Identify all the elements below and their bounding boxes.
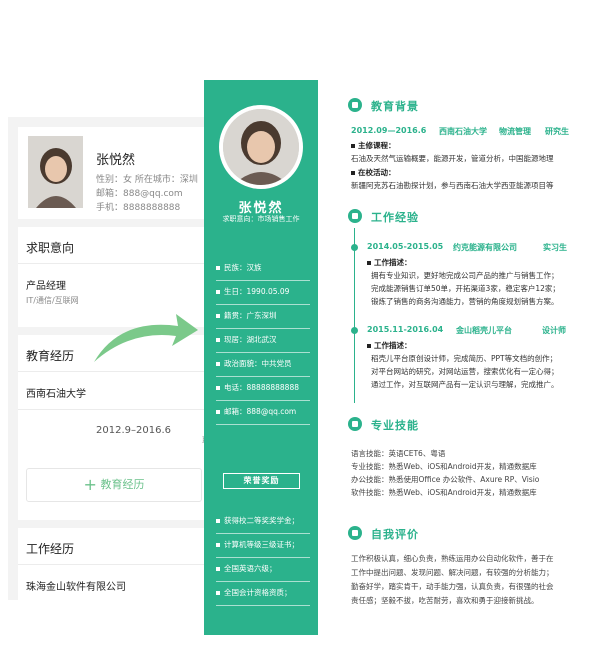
job-role: 实习生 [543,243,567,252]
divider [18,263,210,264]
avatar-photo [223,109,299,185]
profile-gender-city: 性别：女 所在城市：深圳 [96,175,198,185]
timeline-line [354,228,355,403]
education-school[interactable]: 西南石油大学 [26,385,86,400]
avatar [28,136,83,208]
job-period: 2015.11-2016.04 [367,325,444,334]
job-role: 设计师 [542,326,566,335]
award-item: 全国英语六级； [216,558,310,582]
gear-icon [348,417,362,431]
resume-main: 教育背景 2012.09—2016.6 西南石油大学 物流管理 研究生 主修课程… [318,80,610,648]
info-ethnicity: 民族：汉族 [216,257,310,281]
skill-line: 语言技能：英语CET6、粤语 [351,449,446,458]
info-email: 邮箱：888@qq.com [216,401,310,425]
plus-icon: + [83,475,97,494]
eval-line: 工作中提出问题、发现问题、解决问题，有较强的分析能力； [351,568,554,577]
divider [18,371,210,372]
edit-icon [348,526,362,540]
info-birthday: 生日：1990.05.09 [216,281,310,305]
eval-line: 责任感；坚毅不拔，吃苦耐劳，喜欢和勇于迎接新挑战。 [351,596,539,605]
work-heading: 工作经验 [371,211,419,224]
job-point: 稻壳儿平台原创设计师，完成简历、PPT等文档的创作； [371,354,558,363]
info-phone: 电话：88888888888 [216,377,310,401]
job-point: 拥有专业知识，更好地完成公司产品的推广与销售工作； [371,271,559,280]
edu-major: 物流管理 [499,127,531,136]
graduation-cap-icon [348,98,362,112]
skill-line: 软件技能：熟悉Web、iOS和Android开发，精通数据库 [351,488,537,497]
skill-line: 专业技能：熟悉Web、iOS和Android开发，精通数据库 [351,462,537,471]
work-company[interactable]: 珠海金山软件有限公司 [26,578,126,593]
intent-position[interactable]: 产品经理 [26,277,66,292]
avatar-photo [28,136,83,208]
job-point: 通过工作，对互联网产品有一定认识与理解，完成推广。 [371,380,559,389]
work-title: 工作经历 [26,542,75,556]
timeline-dot [351,244,358,251]
work-card: 工作经历 珠海金山软件有限公司 [18,528,210,600]
edu-courses: 石油及天然气运输概要，能源开发，管道分析，中国能源地理 [351,154,554,163]
job-point: 对平台网站的研究，对网站运营，搜索优化有一定心得； [371,367,559,376]
edu-degree: 研究生 [545,127,569,136]
info-political: 政治面貌：中共党员 [216,353,310,377]
award-item: 获得校二等奖奖学金； [216,510,310,534]
job-company: 约克能源有限公司 [453,243,517,252]
avatar [219,105,303,189]
job-period: 2014.05-2015.05 [367,242,444,251]
add-education-button[interactable]: + 教育经历 [26,468,202,502]
job-point: 锻炼了销售的商务沟通能力，营销的角度规划销售方案。 [371,297,559,306]
eval-heading: 自我评价 [371,528,419,541]
skill-line: 办公技能：熟悉使用Office 办公软件、Axure RP、Visio [351,475,540,484]
timeline-dot [351,327,358,334]
edu-period: 2012.09—2016.6 [351,126,427,135]
profile-phone: 手机：8888888888 [96,203,181,213]
job-intent-title: 求职意向 [26,241,75,255]
edu-courses-label: 主修课程： [351,140,396,151]
edu-activities: 新疆阿克苏石油勘探计划，参与西南石油大学西亚能源项目等 [351,181,554,190]
education-title: 教育经历 [26,349,75,363]
resume-sidebar: 张悦然 求职意向：市场销售工作 民族：汉族 生日：1990.05.09 籍贯：广… [204,80,318,635]
profile-email: 邮箱：888@qq.com [96,189,183,199]
resume-intent: 求职意向：市场销售工作 [222,215,300,223]
info-residence: 现居：湖北武汉 [216,329,310,353]
award-item: 计算机等级三级证书； [216,534,310,558]
eval-line: 工作积极认真，细心负责，熟练运用办公自动化软件，善于在 [351,554,554,563]
info-hometown: 籍贯：广东深圳 [216,305,310,329]
job-company: 金山稻壳儿平台 [456,326,512,335]
job-desc-label: 工作描述： [367,257,412,268]
education-period: 2012.9–2016.6 [96,425,171,436]
divider [18,564,210,565]
awards-title: 荣誉奖励 [223,473,300,489]
profile-card[interactable]: 张悦然 性别：女 所在城市：深圳 邮箱：888@qq.com 手机：888888… [18,127,210,219]
job-point: 完成能源销售订单50单，开拓渠道3家，稳定客户12家； [371,284,560,293]
add-education-label: 教育经历 [100,478,145,491]
award-item: 全国会计资格资质； [216,582,310,606]
edu-school: 西南石油大学 [439,127,487,136]
divider [18,409,210,410]
edu-activities-label: 在校活动： [351,167,396,178]
folder-icon [348,209,362,223]
profile-name: 张悦然 [96,153,136,168]
eval-line: 勤奋好学，踏实肯干，动手能力强，认真负责，有很强的社会 [351,582,554,591]
arrow-right-icon [94,314,198,362]
job-desc-label: 工作描述： [367,340,412,351]
skills-heading: 专业技能 [371,419,419,432]
education-heading: 教育背景 [371,100,419,113]
intent-industry: IT/通信/互联网 [26,296,79,305]
